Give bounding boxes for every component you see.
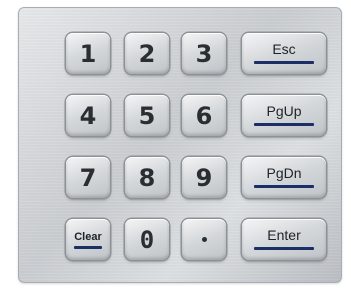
key-clear-content: Clear bbox=[74, 231, 102, 249]
key-8-label: 8 bbox=[138, 163, 156, 192]
key-3[interactable]: 3 bbox=[182, 33, 226, 74]
key-enter[interactable]: Enter bbox=[242, 219, 326, 260]
key-9-label: 9 bbox=[195, 163, 213, 192]
dot-icon bbox=[201, 237, 207, 242]
key-pgdn[interactable]: PgDn bbox=[242, 157, 326, 198]
key-9[interactable]: 9 bbox=[182, 157, 226, 198]
key-2[interactable]: 2 bbox=[125, 33, 169, 74]
key-2-label: 2 bbox=[138, 39, 156, 68]
key-5[interactable]: 5 bbox=[125, 95, 169, 136]
key-8[interactable]: 8 bbox=[125, 157, 169, 198]
key-enter-underline bbox=[254, 246, 314, 250]
key-0[interactable]: 0 bbox=[125, 219, 169, 260]
key-pgup-label: PgUp bbox=[266, 102, 302, 119]
key-enter-label: Enter bbox=[267, 226, 301, 243]
key-clear-label: Clear bbox=[74, 230, 102, 243]
key-4-label: 4 bbox=[79, 101, 97, 130]
key-pgdn-underline bbox=[254, 184, 314, 188]
key-esc-label: Esc bbox=[272, 40, 296, 57]
key-pgdn-label: PgDn bbox=[266, 164, 302, 181]
key-6-label: 6 bbox=[195, 101, 213, 130]
key-7-label: 7 bbox=[79, 163, 97, 192]
key-4[interactable]: 4 bbox=[66, 95, 110, 136]
key-clear[interactable]: Clear bbox=[66, 219, 110, 260]
key-3-label: 3 bbox=[195, 39, 213, 68]
key-6[interactable]: 6 bbox=[182, 95, 226, 136]
key-pgup-underline bbox=[254, 122, 314, 126]
key-1[interactable]: 1 bbox=[66, 33, 110, 74]
key-5-label: 5 bbox=[138, 101, 156, 130]
key-clear-underline bbox=[74, 245, 102, 249]
key-dot[interactable] bbox=[182, 219, 226, 260]
key-1-label: 1 bbox=[79, 39, 97, 68]
key-pgup[interactable]: PgUp bbox=[242, 95, 326, 136]
keypad-panel: 1 2 3 Esc 4 5 6 PgUp 7 8 9 PgDn Clear 0 … bbox=[18, 7, 342, 283]
key-7[interactable]: 7 bbox=[66, 157, 110, 198]
key-0-label: 0 bbox=[139, 225, 155, 254]
key-esc-underline bbox=[254, 60, 314, 64]
key-esc[interactable]: Esc bbox=[242, 33, 326, 74]
